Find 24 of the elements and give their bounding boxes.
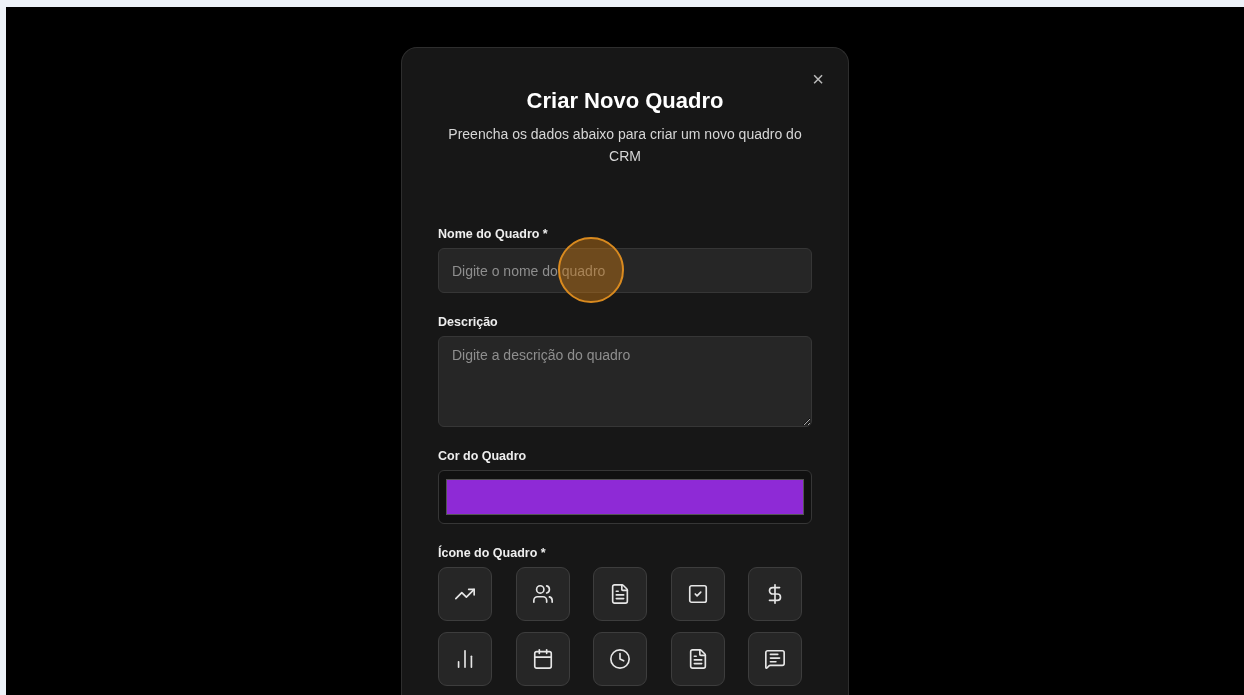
checkbox-icon [686,583,709,605]
field-label: Nome do Quadro * [438,227,549,241]
calendar-icon [531,648,554,670]
icon-option-button[interactable] [670,632,725,686]
close-button[interactable]: × [810,67,826,91]
icon-option-button[interactable] [515,567,570,621]
description-input-field[interactable]: Digite a descrição do quadro [438,336,812,427]
icon-option-button[interactable] [593,632,647,686]
field-label: Descrição [438,315,499,329]
color-picker-field[interactable] [438,470,812,524]
clock-icon [609,648,631,670]
dialog-description: Preencha os dados abaixo para criar um novo quadro do CRM [447,125,803,166]
name-input-field[interactable]: Digite o nome do quadro [438,248,812,293]
icon-option-button[interactable] [748,632,802,686]
dialog-title: Criar Novo Quadro [525,88,725,114]
field-label: Cor do Quadro [438,449,528,463]
message-icon [764,648,786,670]
icon-option-button[interactable] [593,567,647,621]
icon-option-button[interactable] [670,567,725,621]
users-icon [531,583,554,605]
icon-option-button[interactable] [515,632,570,686]
field-label: Ícone do Quadro * [438,546,547,560]
icon-option-button[interactable] [748,567,802,621]
document-icon [609,583,631,605]
